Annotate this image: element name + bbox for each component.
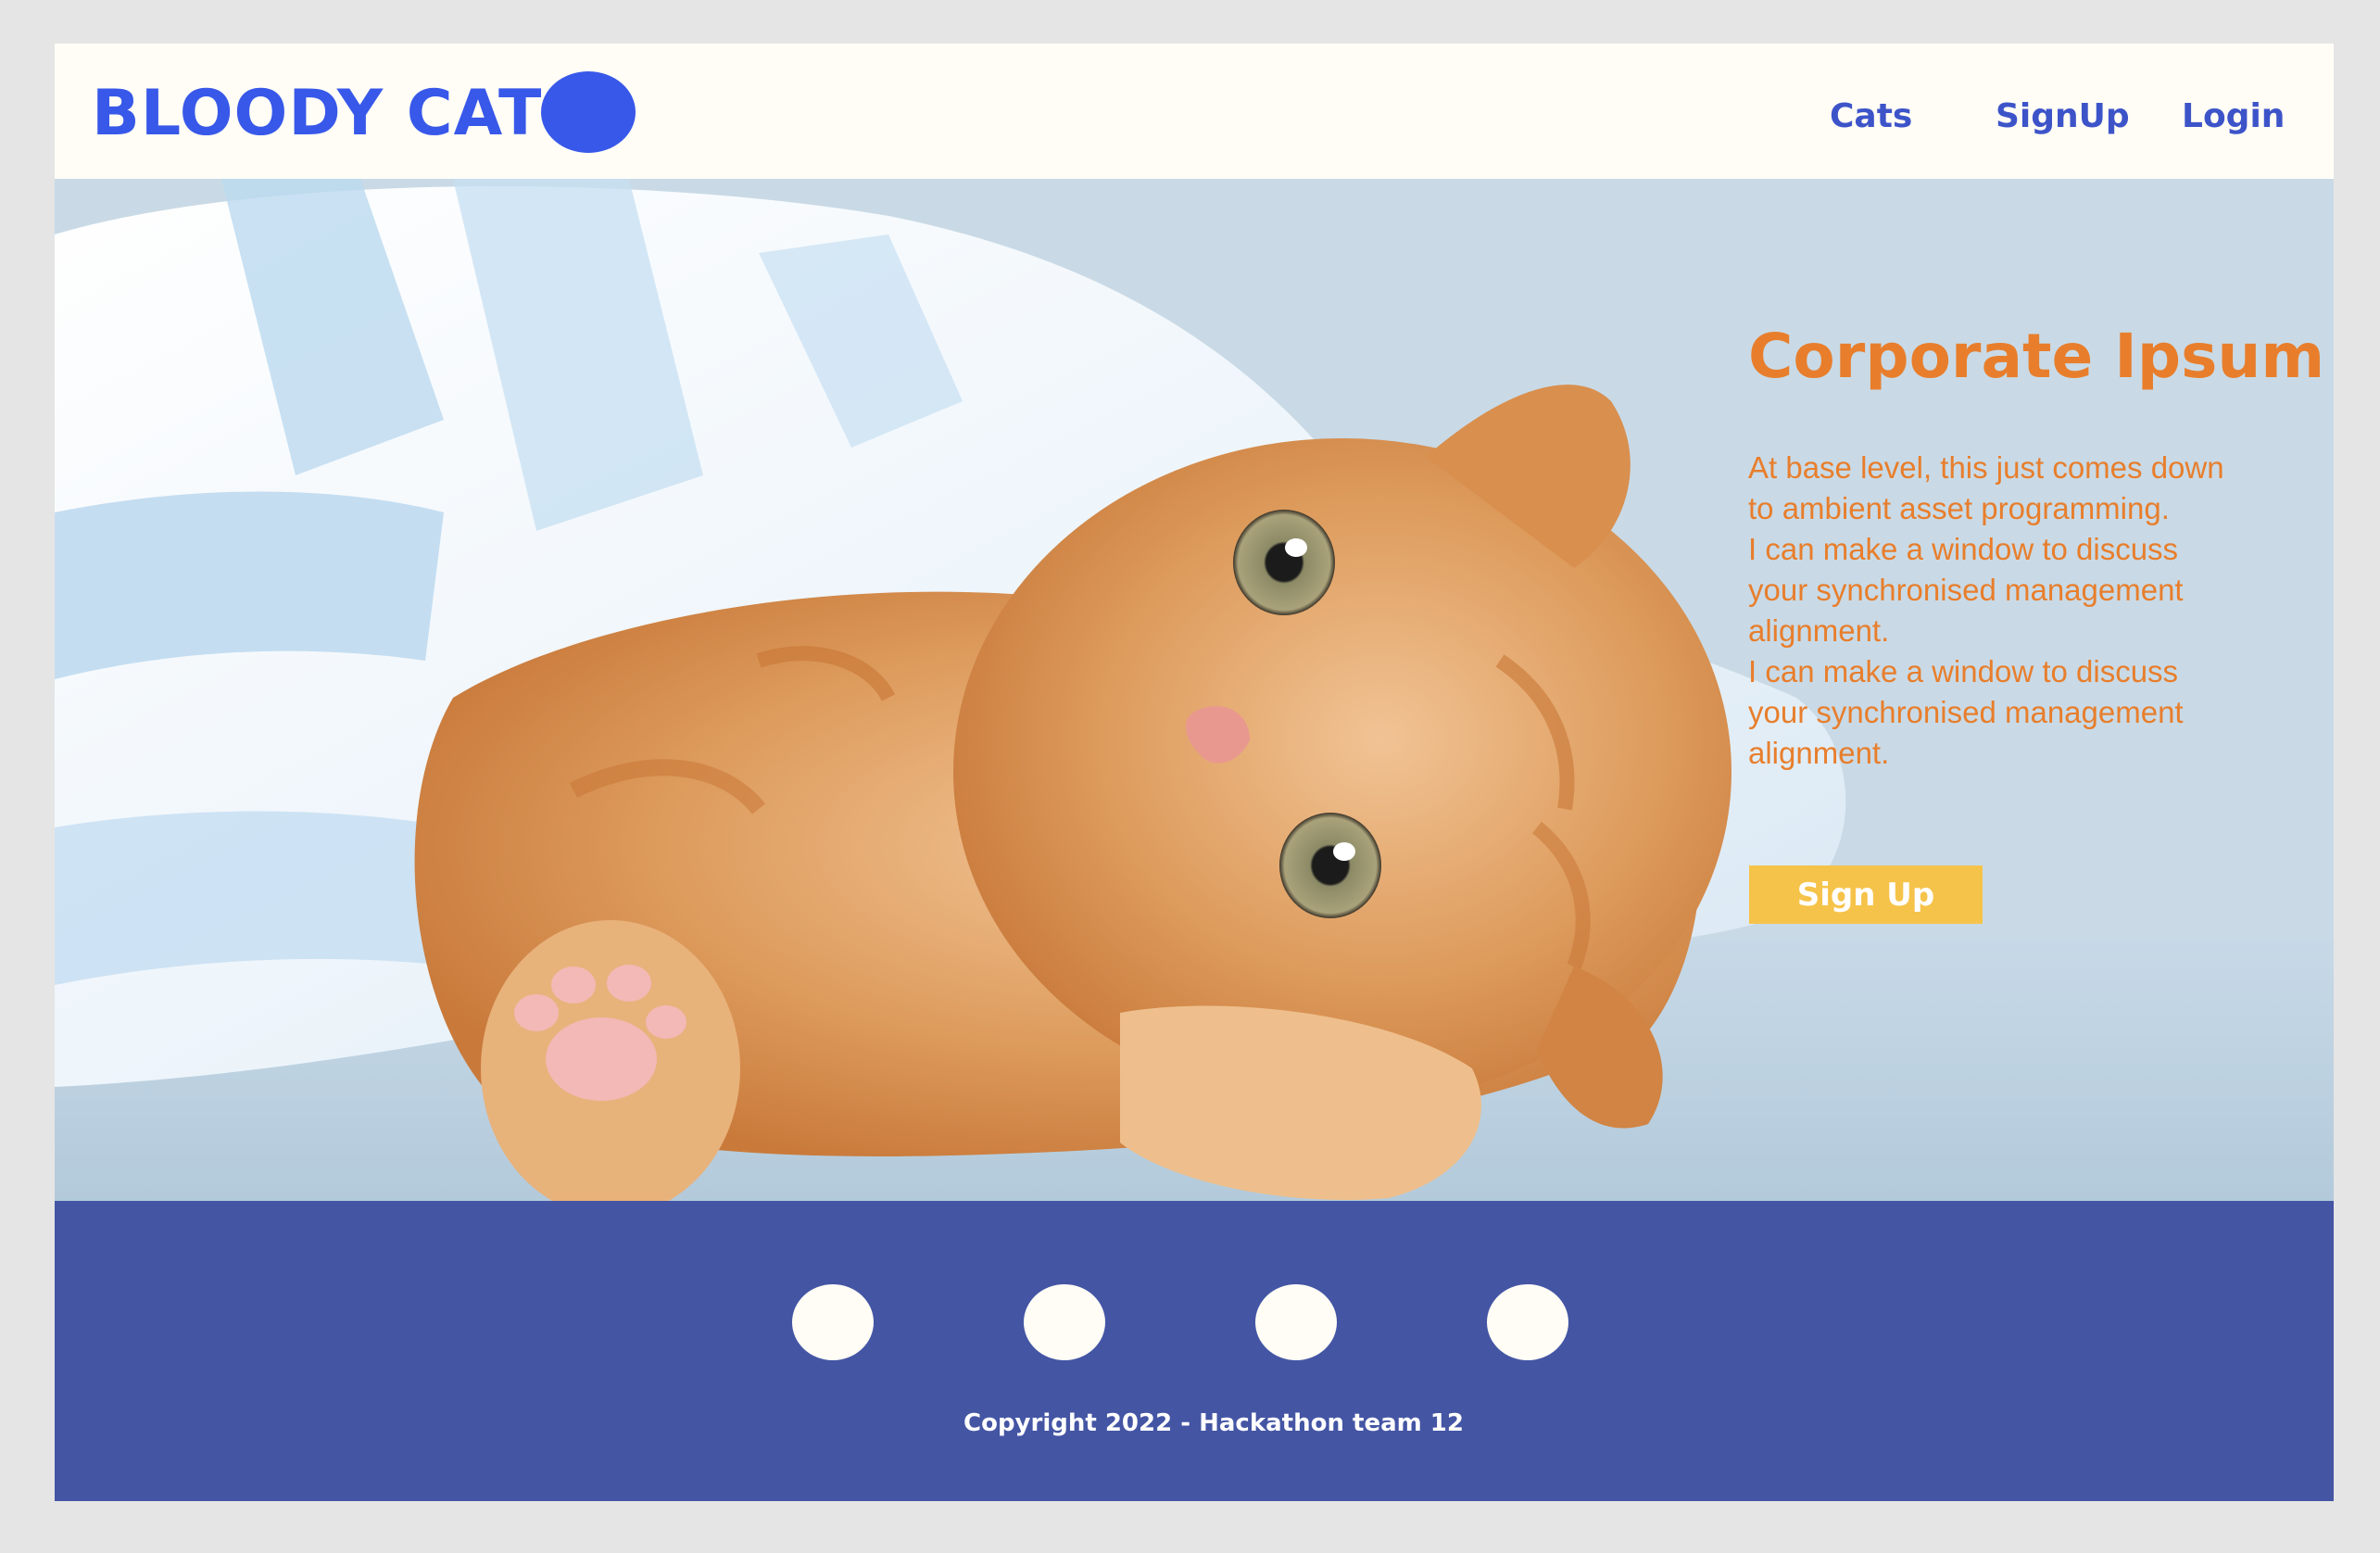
signup-button[interactable]: Sign Up — [1749, 865, 1983, 924]
brand-name[interactable]: BLOODY CAT — [92, 77, 542, 151]
hero-description: At base level, this just comes down to a… — [1748, 448, 2304, 774]
social-icon[interactable] — [1487, 1284, 1568, 1360]
hero-text-line: alignment. — [1748, 736, 1890, 770]
hero-copy: Corporate Ipsum At base level, this just… — [1748, 318, 2325, 774]
hero-text-line: your synchronised management — [1748, 695, 2184, 729]
social-icon[interactable] — [792, 1284, 874, 1360]
hero-text-line: alignment. — [1748, 613, 1890, 648]
hero-text-line: I can make a window to discuss — [1748, 532, 2179, 566]
social-icon[interactable] — [1255, 1284, 1337, 1360]
hero-section: Corporate Ipsum At base level, this just… — [55, 179, 2334, 1201]
site-header: BLOODY CAT Cats SignUp Login — [55, 44, 2334, 179]
site-footer: Copyright 2022 - Hackathon team 12 — [55, 1201, 2334, 1501]
social-icon[interactable] — [1024, 1284, 1105, 1360]
copyright-text: Copyright 2022 - Hackathon team 12 — [963, 1409, 1464, 1437]
hero-text-line: At base level, this just comes down — [1748, 450, 2224, 485]
hero-text-line: to ambient asset programming. — [1748, 491, 2170, 525]
brand[interactable]: BLOODY CAT — [92, 77, 542, 151]
nav-link-signup[interactable]: SignUp — [1996, 95, 2130, 138]
nav-link-cats[interactable]: Cats — [1830, 95, 1912, 138]
hero-text-line: I can make a window to discuss — [1748, 654, 2179, 688]
hero-text-line: your synchronised management — [1748, 573, 2184, 607]
hero-title: Corporate Ipsum — [1748, 321, 2325, 392]
brand-logo-icon[interactable] — [541, 71, 636, 153]
page: BLOODY CAT Cats SignUp Login Corporate I… — [55, 44, 2334, 1501]
nav-link-login[interactable]: Login — [2182, 95, 2285, 138]
